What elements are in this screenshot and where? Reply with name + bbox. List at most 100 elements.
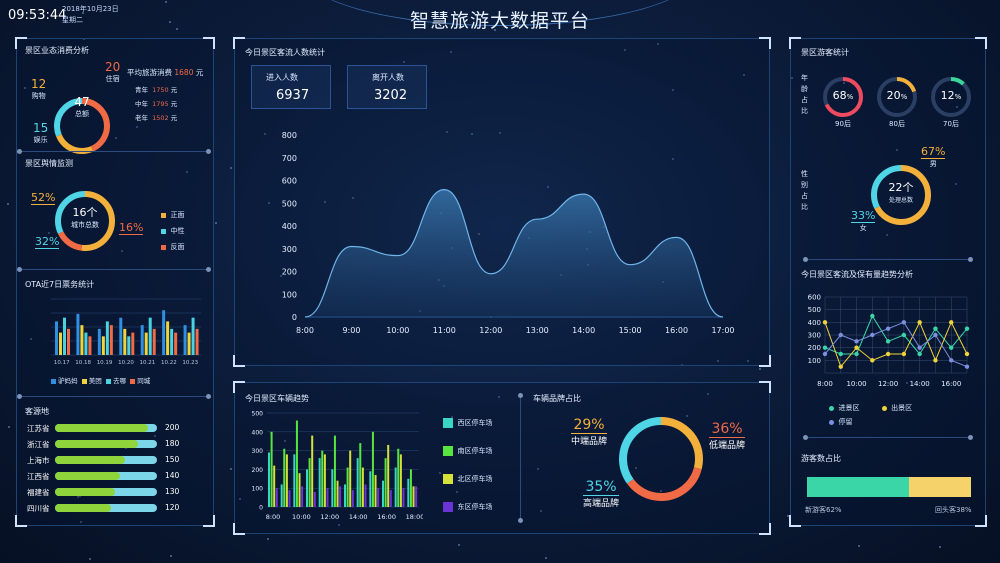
star <box>164 0 167 3</box>
source-bar-fill <box>55 472 120 480</box>
divider <box>17 394 211 399</box>
x-tick-label: 15:00 <box>619 326 642 335</box>
vehicle-bar <box>285 454 288 507</box>
vehicle-bar <box>301 486 304 507</box>
ota-bar <box>123 328 127 355</box>
legend-label: 停留 <box>838 418 853 426</box>
opinion-center-label: 城市总数 <box>71 221 99 229</box>
y-tick-label: 100 <box>252 486 264 493</box>
vehicle-bar <box>382 480 384 507</box>
ota-bar <box>127 336 131 355</box>
ota-bar <box>101 336 105 355</box>
legend-label: 东区停车场 <box>457 503 493 511</box>
x-tick-label: 14:00 <box>910 380 930 388</box>
x-tick-label: 10:00 <box>292 513 311 521</box>
legend-label: 同城 <box>137 377 151 385</box>
x-tick-label: 10.17 <box>54 360 70 366</box>
y-tick-label: 200 <box>252 467 264 474</box>
legend-item: 西区停车场 <box>443 409 492 437</box>
trend-point <box>854 339 859 344</box>
legend-swatch <box>105 378 111 384</box>
x-tick-label: 18:00 <box>406 513 423 521</box>
legend-swatch <box>443 474 453 484</box>
gender-center: 22个 处理总数 <box>877 179 925 204</box>
ota-bar <box>174 332 178 355</box>
consumption-center: 47 总额 <box>67 95 97 119</box>
positive-pct: 52% <box>31 191 56 205</box>
male-pct: 67% <box>921 145 946 159</box>
vehicle-bar <box>268 452 270 507</box>
legend-label: 驴妈妈 <box>58 377 78 385</box>
weekday-text: 星期二 <box>62 16 83 24</box>
trend-point <box>917 345 922 350</box>
shopping-value: 12 <box>31 77 47 91</box>
trend-point <box>870 313 875 319</box>
brand-high-value: 35% <box>583 479 620 496</box>
vehicle-bar <box>331 469 334 507</box>
right-panel: 景区游客统计 年龄占比 68% 90后 20% 80后 12% 70后 性别占比 22个 … <box>789 37 987 527</box>
ratio-bar-new <box>807 477 909 497</box>
legend-swatch <box>130 378 136 384</box>
group-label: 青年 <box>135 86 148 94</box>
y-tick-label: 600 <box>808 294 821 302</box>
avg-label: 平均旅游消费 <box>127 68 172 77</box>
legend-label: 南区停车场 <box>457 447 493 455</box>
legend-label: 美团 <box>88 377 102 385</box>
fun-label: 娱乐 <box>33 136 48 144</box>
y-tick-label: 700 <box>282 154 297 163</box>
x-tick-label: 10.22 <box>161 360 177 366</box>
trend-point <box>838 364 843 369</box>
ota-bar <box>63 317 66 355</box>
ota-bar <box>80 325 84 355</box>
y-tick-label: 100 <box>808 357 821 365</box>
x-tick-label: 8:00 <box>817 380 833 388</box>
vehicle-bar <box>394 467 397 507</box>
trend-point <box>949 345 954 350</box>
legend-item: 东区停车场 <box>443 493 492 521</box>
y-tick-label: 600 <box>282 177 297 186</box>
vehicle-bar <box>298 473 301 507</box>
vehicle-panel: 今日景区车辆趋势 0 100 200 300 400 500 8:00 10:00 12:00 1… <box>233 381 771 535</box>
x-tick-label: 10.21 <box>140 360 156 366</box>
consumption-item-fun: 15 娱乐 <box>33 121 48 145</box>
opinion-center-value: 16个 <box>72 206 98 219</box>
legend-item: 正面 <box>161 207 184 223</box>
divider <box>803 257 973 262</box>
source-value: 120 <box>165 503 180 512</box>
star <box>545 557 548 560</box>
legend-label: 反面 <box>170 243 185 251</box>
age-pct-value: 12 <box>940 89 955 102</box>
consumption-item-shopping: 12 购物 <box>31 77 46 101</box>
vehicle-bar <box>415 486 418 507</box>
ota-bar <box>76 313 80 355</box>
source-value: 200 <box>165 423 180 432</box>
trend-point <box>964 326 970 331</box>
consumption-total-label: 总额 <box>75 110 89 118</box>
trend-point <box>885 326 891 331</box>
vehicle-bar <box>311 435 314 507</box>
metric-in-value: 6937 <box>276 88 310 103</box>
group-unit: 元 <box>170 86 178 94</box>
age-pct-value: 68 <box>832 89 847 102</box>
trend-legend: 进景区 出景区 停留 <box>829 401 979 429</box>
brand-mid-value: 29% <box>571 417 608 434</box>
age-group-row: 老年 1502 元 <box>135 111 177 125</box>
male-label: 男 <box>929 160 937 168</box>
metric-out-value: 3202 <box>374 88 408 103</box>
ratio-bar <box>807 477 971 497</box>
y-tick-label: 200 <box>808 344 821 352</box>
vehicle-bar <box>349 450 352 507</box>
legend-swatch <box>161 212 166 218</box>
trend-point <box>838 332 843 338</box>
brand-low: 36% 低端品牌 <box>709 421 746 451</box>
trend-point <box>917 351 922 357</box>
opinion-title: 景区舆情监测 <box>25 159 73 168</box>
source-value: 180 <box>165 439 180 448</box>
x-tick-label: 16:00 <box>377 513 396 521</box>
ratio-new-label: 新游客62% <box>805 506 842 514</box>
legend-label: 北区停车场 <box>457 475 493 483</box>
x-tick-label: 10:00 <box>846 380 866 388</box>
brand-low-label: 低端品牌 <box>709 441 746 451</box>
group-unit: 元 <box>170 100 178 108</box>
vehicle-bar <box>273 465 276 507</box>
